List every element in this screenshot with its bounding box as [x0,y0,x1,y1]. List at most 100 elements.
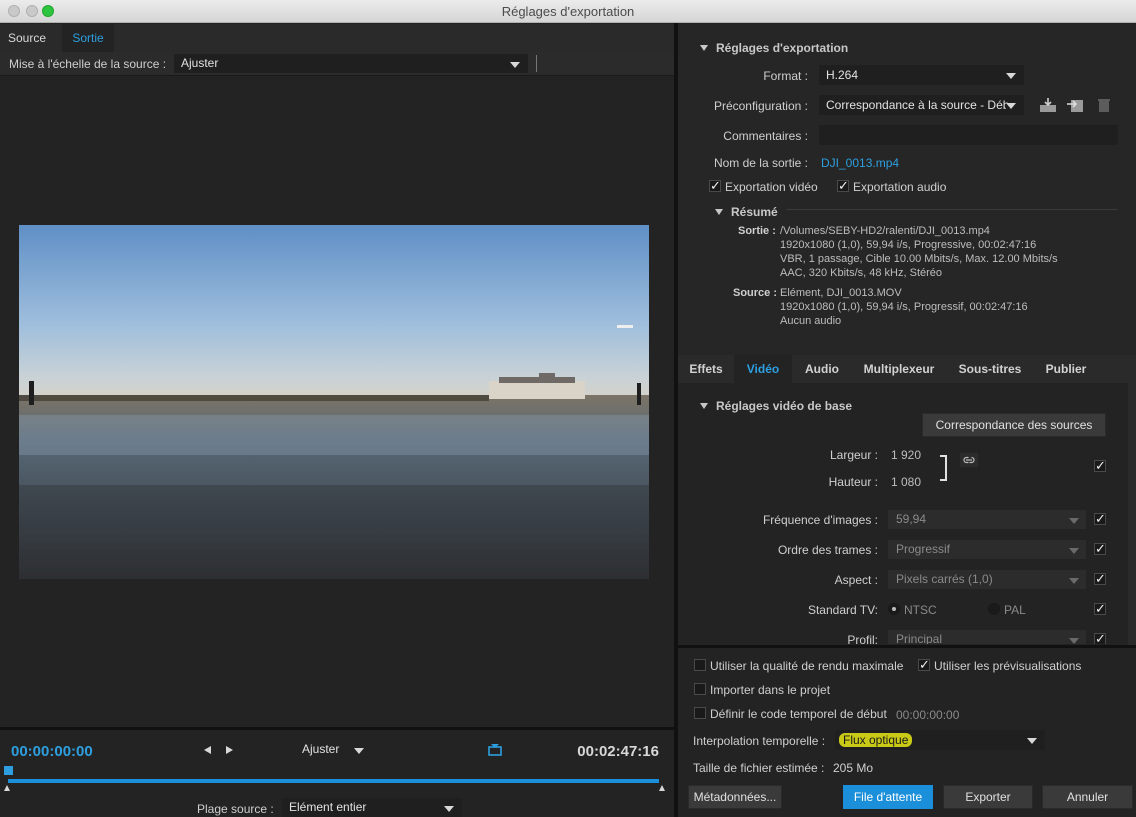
cancel-button[interactable]: Annuler [1042,785,1133,809]
fit-dropdown[interactable]: Ajuster [295,740,372,759]
chevron-down-icon [1006,103,1016,109]
import-into-project-label: Importer dans le projet [710,683,831,697]
source-range-value: Elément entier [289,800,367,814]
max-render-quality-checkbox[interactable] [694,659,706,671]
queue-button[interactable]: File d'attente [843,785,933,809]
chevron-down-icon [1069,637,1079,644]
profile-value: Principal [896,632,943,644]
profile-checkbox[interactable] [1094,631,1106,644]
source-scaling-dropdown[interactable]: Ajuster [174,54,528,73]
fit-value: Ajuster [302,742,340,756]
timeline-track[interactable] [8,779,659,783]
pal-radio[interactable] [988,603,1000,615]
video-settings-panel: Réglages vidéo de base Correspondance de… [678,383,1136,644]
export-audio-checkbox[interactable] [837,178,849,194]
chevron-down-icon [1069,547,1079,554]
tv-standard-checkbox[interactable] [1094,601,1106,617]
disclosure-triangle-icon [700,403,708,409]
preset-label: Préconfiguration : [713,99,808,113]
use-previews-checkbox[interactable] [918,657,930,673]
aspect-label: Aspect : [834,573,878,587]
tv-standard-label: Standard TV: [807,603,878,617]
save-preset-icon[interactable] [1039,97,1057,113]
summary-output-key: Sortie : [738,225,776,237]
playhead-handle[interactable] [4,766,13,775]
fit-to-range-icon[interactable] [488,743,502,757]
range-end-handle[interactable] [659,785,665,791]
aspect-dropdown[interactable]: Pixels carrés (1,0) [888,570,1086,589]
comments-label: Commentaires : [723,129,808,143]
source-range-dropdown[interactable]: Elément entier [282,798,462,817]
profile-label: Profil: [847,633,878,644]
profile-dropdown[interactable]: Principal [888,630,1086,644]
export-settings-header[interactable]: Réglages d'exportation [700,41,848,55]
frame-rate-dropdown[interactable]: 59,94 [888,510,1086,529]
comments-input[interactable] [819,125,1118,145]
use-previews-label: Utiliser les prévisualisations [934,659,1082,673]
field-order-label: Ordre des trames : [777,543,878,557]
preview-pane: Source Sortie Mise à l'échelle de la sou… [0,24,674,817]
mark-out-icon[interactable] [226,746,233,754]
tab-subtitles[interactable]: Sous-titres [946,355,1034,383]
import-preset-icon[interactable] [1066,97,1084,113]
frame-rate-label: Fréquence d'images : [762,513,878,527]
match-source-button[interactable]: Correspondance des sources [922,413,1106,437]
summary-header[interactable]: Résumé [715,205,778,219]
ntsc-radio[interactable] [888,603,900,615]
start-timecode-value[interactable]: 00:00:00:00 [896,708,959,722]
timecode-in[interactable]: 00:00:00:00 [11,743,93,760]
tab-output[interactable]: Sortie [62,24,114,52]
set-start-timecode-checkbox[interactable] [694,707,706,719]
size-override-checkbox[interactable] [1094,458,1106,474]
metadata-button[interactable]: Métadonnées... [688,785,782,809]
import-into-project-checkbox[interactable] [694,683,706,695]
height-label: Hauteur : [828,475,878,489]
export-video-checkbox[interactable] [709,178,721,194]
set-start-timecode-label: Définir le code temporel de début [710,707,887,721]
width-value[interactable]: 1 920 [891,448,921,462]
range-start-handle[interactable] [4,785,10,791]
field-order-value: Progressif [896,542,951,556]
summary-source-text: Elément, DJI_0013.MOV 1920x1080 (1,0), 5… [780,287,1028,327]
output-name-label: Nom de la sortie : [713,156,808,170]
time-interpolation-dropdown[interactable]: Flux optique [835,730,1045,750]
tab-multiplexer[interactable]: Multiplexeur [852,355,946,383]
timeline-area: 00:00:00:00 Ajuster 00:02:47:16 Plage so… [0,727,674,817]
mark-in-icon[interactable] [204,746,211,754]
field-order-checkbox[interactable] [1094,541,1106,557]
tab-source[interactable]: Source [0,24,54,52]
chevron-down-icon [1069,517,1079,524]
disclosure-triangle-icon [700,45,708,51]
chevron-down-icon [354,747,364,754]
chevron-down-icon [1069,577,1079,584]
divider [536,55,537,72]
chevron-down-icon [510,61,520,68]
chevron-down-icon [444,805,454,812]
format-value: H.264 [826,68,859,82]
field-order-dropdown[interactable]: Progressif [888,540,1086,559]
video-panel-scrollbar[interactable] [1128,383,1136,645]
source-scaling-value: Ajuster [181,56,219,70]
basic-video-settings-header[interactable]: Réglages vidéo de base [700,399,852,413]
summary-output-text: /Volumes/SEBY-HD2/ralenti/DJI_0013.mp4 1… [780,225,1058,279]
tab-publish[interactable]: Publier [1034,355,1098,383]
tab-video[interactable]: Vidéo [734,355,792,383]
window-title: Réglages d'exportation [501,4,635,19]
format-dropdown[interactable]: H.264 [819,65,1024,85]
output-name-link[interactable]: DJI_0013.mp4 [821,156,899,170]
preset-dropdown[interactable]: Correspondance à la source - Déb [819,95,1024,115]
timecode-out[interactable]: 00:02:47:16 [577,743,659,760]
export-video-label: Exportation vidéo [725,180,818,194]
delete-preset-icon[interactable] [1095,97,1113,113]
basic-video-settings-title: Réglages vidéo de base [716,399,853,413]
constrain-proportions-icon[interactable] [960,453,978,467]
tab-audio[interactable]: Audio [792,355,852,383]
export-button[interactable]: Exporter [943,785,1033,809]
ntsc-label: NTSC [904,603,937,617]
aspect-checkbox[interactable] [1094,571,1106,587]
tab-effects[interactable]: Effets [678,355,734,383]
export-audio-label: Exportation audio [853,180,947,194]
height-value[interactable]: 1 080 [891,475,921,489]
frame-rate-checkbox[interactable] [1094,511,1106,527]
estimated-file-size-label: Taille de fichier estimée : [693,761,825,775]
